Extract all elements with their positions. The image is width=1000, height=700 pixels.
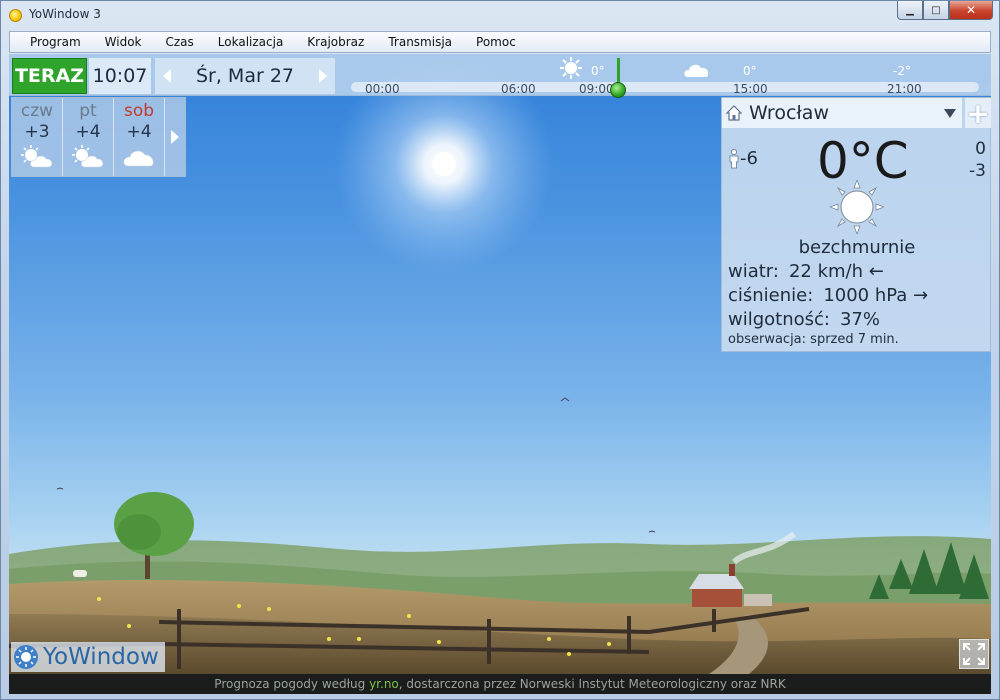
timeline-tick: 21:00 <box>887 82 922 96</box>
menu-broadcast[interactable]: Transmisja <box>376 35 464 49</box>
forecast-day-name: czw <box>20 101 54 121</box>
status-bar: Prognoza pogody według yr.no, dostarczon… <box>9 674 991 694</box>
bird <box>648 530 656 533</box>
forecast-day-saturday[interactable]: sob +4 <box>114 98 165 176</box>
forecast-day-name: sob <box>123 101 155 121</box>
cloud-icon <box>123 150 154 167</box>
app-logo-icon <box>9 9 22 22</box>
sun-icon <box>560 57 582 79</box>
weather-condition: bezchmurnie <box>798 237 916 258</box>
forecast-temp: +4 <box>126 122 152 142</box>
sun-cloud-icon <box>72 145 104 168</box>
menu-bar: Program Widok Czas Lokalizacja Krajobraz… <box>9 31 991 53</box>
feels-like-value: -6 <box>740 148 758 169</box>
menu-location[interactable]: Lokalizacja <box>206 35 296 49</box>
date-navigator: Śr, Mar 27 <box>155 58 335 94</box>
yowindow-logo[interactable]: YoWindow <box>11 642 165 672</box>
wind-label: wiatr: <box>728 261 779 282</box>
timeline-track[interactable] <box>351 82 979 92</box>
wind-row: wiatr: 22 km/h ← <box>728 261 884 282</box>
menu-help[interactable]: Pomoc <box>464 35 528 49</box>
tree-crown-shade <box>117 514 161 550</box>
observation-label: obserwacja: <box>728 332 807 347</box>
chimney <box>729 564 735 576</box>
house-walls <box>692 589 742 607</box>
previous-day-icon[interactable] <box>163 69 171 83</box>
window-title: YoWindow 3 <box>29 7 101 21</box>
forecast-day-thursday[interactable]: czw +3 <box>12 98 63 176</box>
forecast-temp: +3 <box>24 122 50 142</box>
home-icon <box>725 105 743 121</box>
menu-program[interactable]: Program <box>10 35 93 49</box>
timeline-tick: 06:00 <box>501 82 536 96</box>
menu-view[interactable]: Widok <box>93 35 154 49</box>
timeline-temp: 0° <box>591 64 605 78</box>
window-controls: ▁ □ ✕ <box>897 1 993 21</box>
humidity-label: wilgotność: <box>728 309 830 330</box>
sun-icon <box>830 180 884 234</box>
timeline-handle[interactable] <box>610 82 626 98</box>
add-location-button[interactable]: + <box>965 97 991 130</box>
fullscreen-button[interactable] <box>959 639 989 669</box>
current-date: Śr, Mar 27 <box>195 65 294 87</box>
pressure-label: ciśnienie: <box>728 285 814 306</box>
humidity-row: wilgotność: 37% <box>728 309 880 330</box>
expand-icon <box>963 643 985 665</box>
min-temperature: -3 <box>969 161 986 181</box>
sun <box>432 152 456 176</box>
minimize-button[interactable]: ▁ <box>897 1 923 20</box>
min-max-temperature: 0 -3 <box>969 138 986 182</box>
feels-like: -6 <box>728 148 758 169</box>
chevron-down-icon[interactable] <box>944 109 956 118</box>
barn <box>744 594 772 606</box>
forecast-next-icon <box>171 130 179 144</box>
app-window: YoWindow 3 ▁ □ ✕ Program Widok Czas Loka… <box>0 0 1000 700</box>
current-weather-panel: Wrocław + -6 0°C 0 -3 bezchmurnie wiatr:… <box>721 97 991 352</box>
wind-value: 22 km/h ← <box>788 261 884 282</box>
observation-row: obserwacja: sprzed 7 min. <box>728 332 899 347</box>
logo-sun-icon <box>14 645 38 669</box>
forecast-day-name: pt <box>79 101 97 121</box>
forecast-temp: +4 <box>75 122 101 142</box>
data-source-link[interactable]: yr.no <box>369 677 399 691</box>
timeline-tick: 00:00 <box>365 82 400 96</box>
status-prefix: Prognoza pogody według <box>214 677 370 691</box>
timeline-temp: 0° <box>743 64 757 78</box>
weather-scene[interactable]: TERAZ 10:07 Śr, Mar 27 00:00 06:00 09:00… <box>9 54 991 674</box>
menu-time[interactable]: Czas <box>153 35 205 49</box>
timeline[interactable]: 00:00 06:00 09:00 15:00 21:00 0° 0° -2° <box>341 57 981 98</box>
current-time: 10:07 <box>89 58 151 94</box>
person-icon <box>729 148 739 168</box>
next-day-icon[interactable] <box>318 69 327 83</box>
now-button[interactable]: TERAZ <box>12 58 87 94</box>
sun-cloud-icon <box>21 145 53 168</box>
bird <box>560 397 570 402</box>
bird <box>56 487 64 490</box>
location-selector[interactable]: Wrocław <box>722 98 962 128</box>
maximize-button[interactable]: □ <box>923 1 949 20</box>
forecast-strip: czw +3 pt +4 sob +4 <box>11 97 186 177</box>
pressure-value: 1000 hPa → <box>823 285 929 306</box>
max-temperature: 0 <box>975 139 986 159</box>
observation-value: sprzed 7 min. <box>810 332 899 347</box>
menu-landscape[interactable]: Krajobraz <box>295 35 376 49</box>
close-button[interactable]: ✕ <box>949 1 993 20</box>
cloud-icon <box>684 64 709 77</box>
horse <box>73 570 87 577</box>
location-name: Wrocław <box>749 102 829 124</box>
timeline-tick: 15:00 <box>733 82 768 96</box>
forecast-day-friday[interactable]: pt +4 <box>63 98 114 176</box>
timeline-temp: -2° <box>893 64 911 78</box>
title-bar[interactable]: YoWindow 3 ▁ □ ✕ <box>1 1 999 29</box>
status-suffix: , dostarczona przez Norweski Instytut Me… <box>398 677 786 691</box>
forecast-next-button[interactable] <box>165 98 185 176</box>
humidity-value: 37% <box>839 309 880 330</box>
timeline-tick: 09:00 <box>579 82 614 96</box>
logo-text: YoWindow <box>43 644 159 670</box>
timeline-bar: TERAZ 10:07 Śr, Mar 27 00:00 06:00 09:00… <box>9 54 991 98</box>
pressure-row: ciśnienie: 1000 hPa → <box>728 285 928 306</box>
